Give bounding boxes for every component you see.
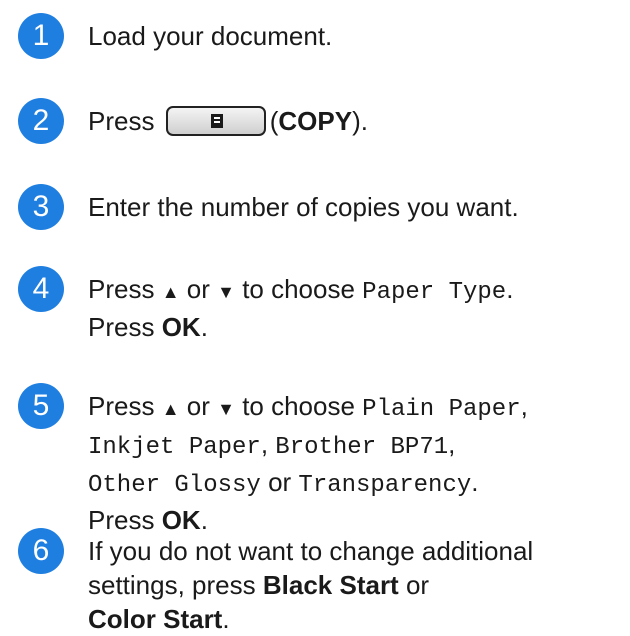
comma: , xyxy=(448,429,456,459)
menu-option: Brother BP71 xyxy=(275,434,449,461)
or-label: or xyxy=(405,570,430,600)
down-arrow-icon: ▼ xyxy=(217,282,235,302)
menu-option: Other Glossy xyxy=(88,472,261,499)
period: . xyxy=(506,274,514,304)
press-label: Press xyxy=(88,505,155,535)
menu-option: Transparency xyxy=(298,472,472,499)
copy-label: COPY xyxy=(278,106,353,136)
up-arrow-icon: ▲ xyxy=(161,399,180,419)
step-1-text: Load your document. xyxy=(88,19,624,53)
period: . xyxy=(471,467,479,497)
step-number-badge: 5 xyxy=(18,383,64,429)
step-text: Load your document. xyxy=(88,21,333,51)
step-number-badge: 6 xyxy=(18,528,64,574)
press-label: Press xyxy=(88,391,155,421)
step-5-text: Press ▲ or ▼ to choose Plain Paper, Inkj… xyxy=(88,389,624,537)
period: . xyxy=(200,312,208,342)
to-choose-label: to choose xyxy=(242,274,355,304)
or-label: or xyxy=(268,467,292,497)
step-number-badge: 3 xyxy=(18,184,64,230)
up-arrow-icon: ▲ xyxy=(161,282,180,302)
copy-key-icon xyxy=(165,106,266,137)
menu-option: Paper Type xyxy=(362,279,507,306)
step-6-text: If you do not want to change additional … xyxy=(88,534,624,636)
press-label: Press xyxy=(88,106,155,136)
step-number-badge: 1 xyxy=(18,13,64,59)
step-4-text: Press ▲ or ▼ to choose Paper Type. Press… xyxy=(88,272,624,344)
or-label: or xyxy=(186,274,210,304)
ok-label: OK xyxy=(161,505,201,535)
down-arrow-icon: ▼ xyxy=(217,399,235,419)
menu-option: Inkjet Paper xyxy=(88,434,261,461)
comma: , xyxy=(520,391,528,421)
step-text: settings, press xyxy=(88,570,256,600)
period: . xyxy=(200,505,208,535)
step-3-text: Enter the number of copies you want. xyxy=(88,190,624,224)
menu-option: Plain Paper xyxy=(362,396,521,423)
or-label: or xyxy=(186,391,210,421)
step-number-badge: 4 xyxy=(18,266,64,312)
period: . xyxy=(222,604,230,634)
ok-label: OK xyxy=(161,312,201,342)
paren-close: ). xyxy=(352,106,368,136)
step-text: If you do not want to change additional xyxy=(88,536,534,566)
document-icon xyxy=(210,114,223,129)
to-choose-label: to choose xyxy=(242,391,355,421)
step-number-badge: 2 xyxy=(18,98,64,144)
press-label: Press xyxy=(88,312,155,342)
comma: , xyxy=(260,429,269,459)
step-text: Enter the number of copies you want. xyxy=(88,192,519,222)
step-2-text: Press (COPY). xyxy=(88,104,624,140)
color-start-label: Color Start xyxy=(88,604,223,634)
black-start-label: Black Start xyxy=(262,570,399,600)
press-label: Press xyxy=(88,274,155,304)
